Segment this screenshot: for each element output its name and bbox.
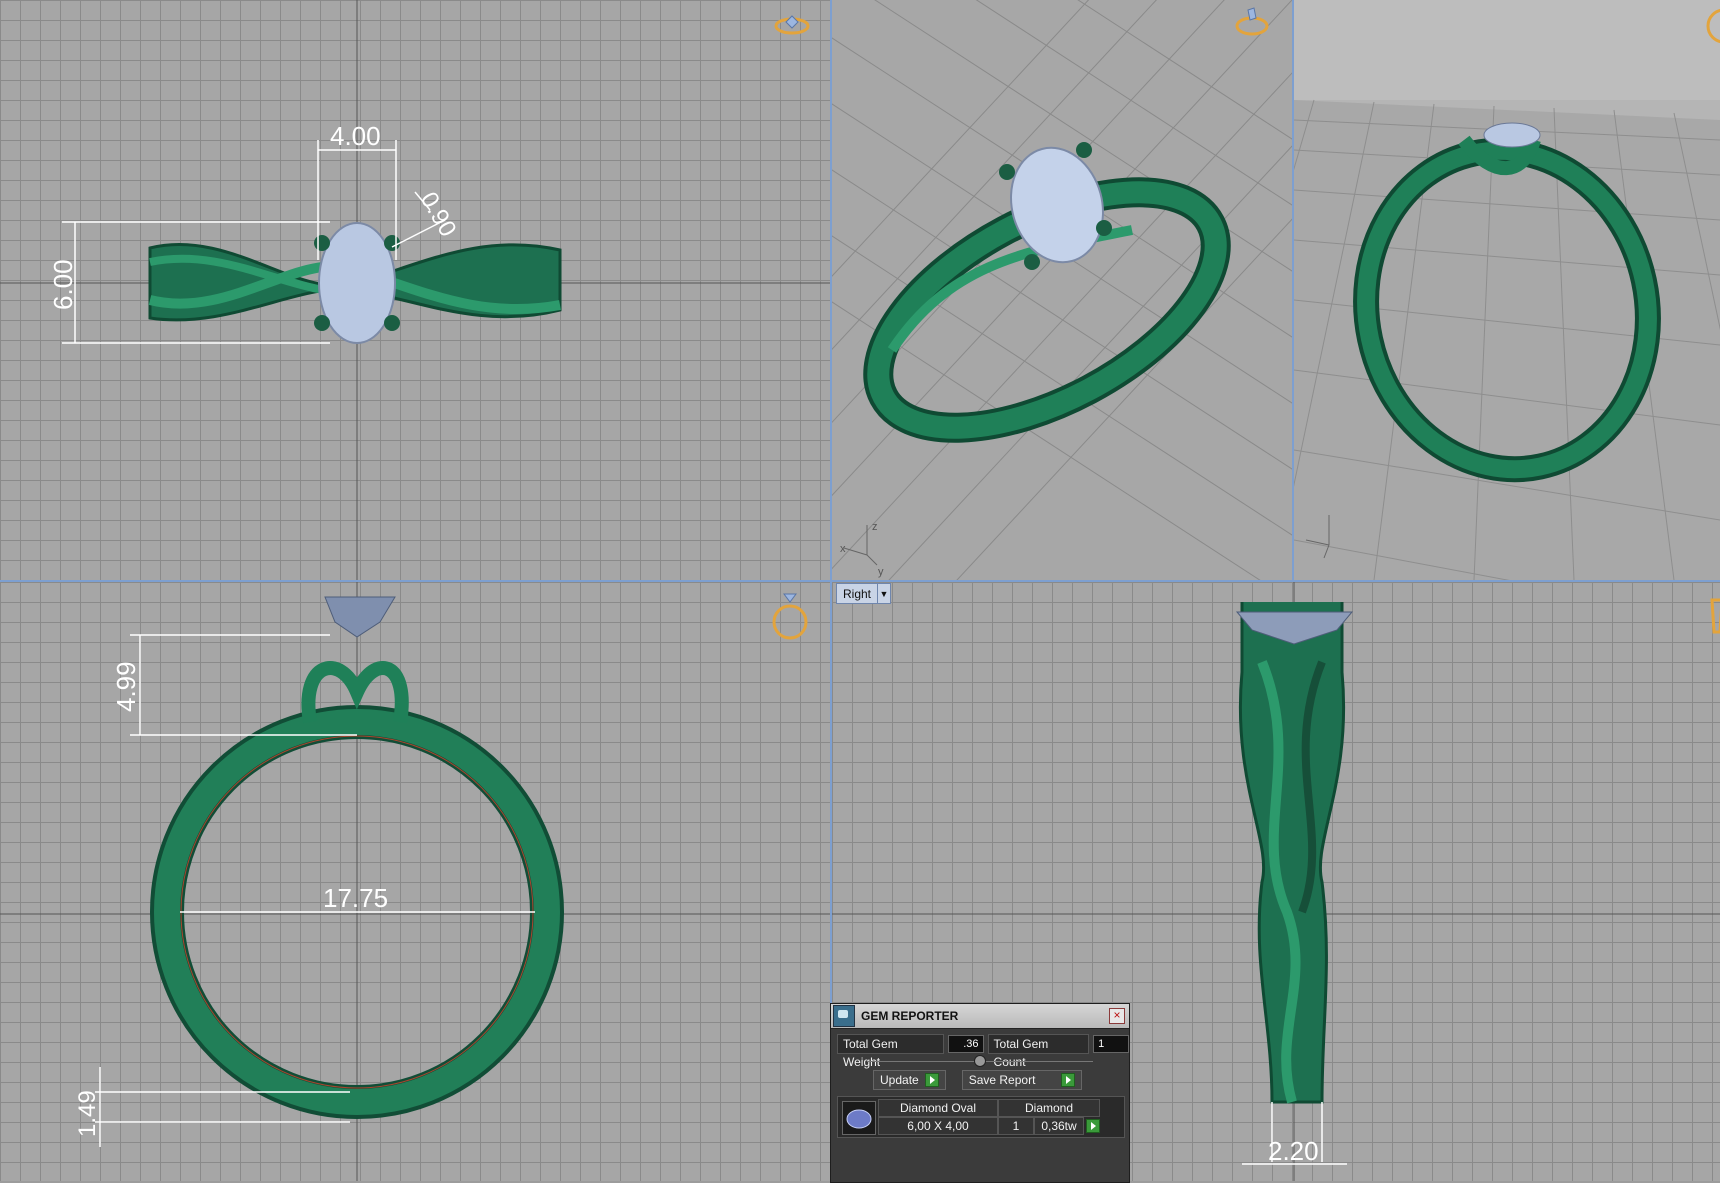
view-gizmo-icon[interactable] [1232,4,1272,44]
dim-band-thickness: 1.49 [74,1090,101,1137]
dim-top-height: 4.99 [111,661,141,712]
gem-detail-button[interactable] [1086,1119,1100,1133]
collapse-handle-icon[interactable] [974,1055,986,1067]
view-gizmo-icon[interactable] [1702,592,1720,652]
dim-shank-width: 2.20 [1268,1136,1319,1166]
axis-x-label: x [840,543,846,555]
gem-count: 1 [998,1117,1034,1135]
prong [1076,142,1092,158]
ring-shank-right [1238,602,1346,1104]
gem-reporter-title: GEM REPORTER [861,1009,959,1023]
gem-shape: Diamond Oval [878,1099,998,1117]
prong [384,315,400,331]
gem-thumbnail[interactable] [842,1101,876,1135]
actions-row: Update Save Report [873,1070,1082,1090]
save-report-button[interactable]: Save Report [961,1070,1082,1090]
dim-inner-diameter: 17.75 [323,883,388,913]
view-gizmo-icon[interactable] [768,592,812,642]
prong [1024,254,1040,270]
gem-reporter-titlebar[interactable]: GEM REPORTER × [831,1004,1129,1029]
prong [384,235,400,251]
gem-weight: 0,36tw [1034,1117,1084,1135]
prong [314,235,330,251]
gem-size: 6,00 X 4,00 [878,1117,998,1135]
prong [1096,220,1112,236]
gem-material: Diamond [998,1099,1100,1117]
total-weight-value: .36 [947,1035,984,1053]
totals-row: Total Gem Weight .36 Total Gem Count 1 [837,1034,1130,1069]
total-weight-label: Total Gem Weight [837,1034,944,1069]
axis-z-label: z [872,521,878,533]
viewport-perspective-2[interactable] [1294,0,1720,580]
view-gizmo-icon[interactable] [1698,0,1720,50]
diamond-oval-icon [846,1109,872,1129]
play-icon [924,1073,939,1087]
close-icon[interactable]: × [1109,1008,1125,1024]
view-gizmo-icon[interactable] [772,14,812,38]
save-report-button-label: Save Report [968,1073,1036,1087]
prong [999,164,1015,180]
prong [314,315,330,331]
viewport-label-text: Right [843,586,872,601]
gem-reporter-icon [833,1005,855,1027]
gem-profile-front [324,596,396,638]
viewport-perspective[interactable]: z x y [832,0,1292,580]
total-count-label: Total Gem Count [987,1034,1090,1069]
viewport-separator-horizontal[interactable] [0,580,1720,582]
update-button[interactable]: Update [873,1070,946,1090]
play-icon [1060,1073,1075,1087]
viewport-front[interactable]: 4.99 17.75 1.49 [0,582,830,1181]
viewport-separator-vertical[interactable] [1292,0,1294,580]
dim-prong: 0.90 [415,188,462,242]
gem-table: Diamond Oval Diamond 6,00 X 4,00 1 0,36t… [837,1096,1125,1138]
gem-oval-top [318,222,396,344]
viewport-label-right[interactable]: Right ▼ [836,583,892,604]
viewport-top[interactable]: 4.00 6.00 0.90 [0,0,830,580]
total-count-value: 1 [1093,1035,1130,1053]
gem-oval-perspective-2 [1483,122,1541,148]
dim-width: 4.00 [330,121,381,151]
gem-reporter-panel: GEM REPORTER × Total Gem Weight .36 Tota… [830,1003,1130,1183]
axis-y-label: y [878,566,884,578]
update-button-label: Update [880,1073,919,1087]
dim-height: 6.00 [48,259,78,310]
chevron-down-icon[interactable]: ▼ [877,584,890,603]
